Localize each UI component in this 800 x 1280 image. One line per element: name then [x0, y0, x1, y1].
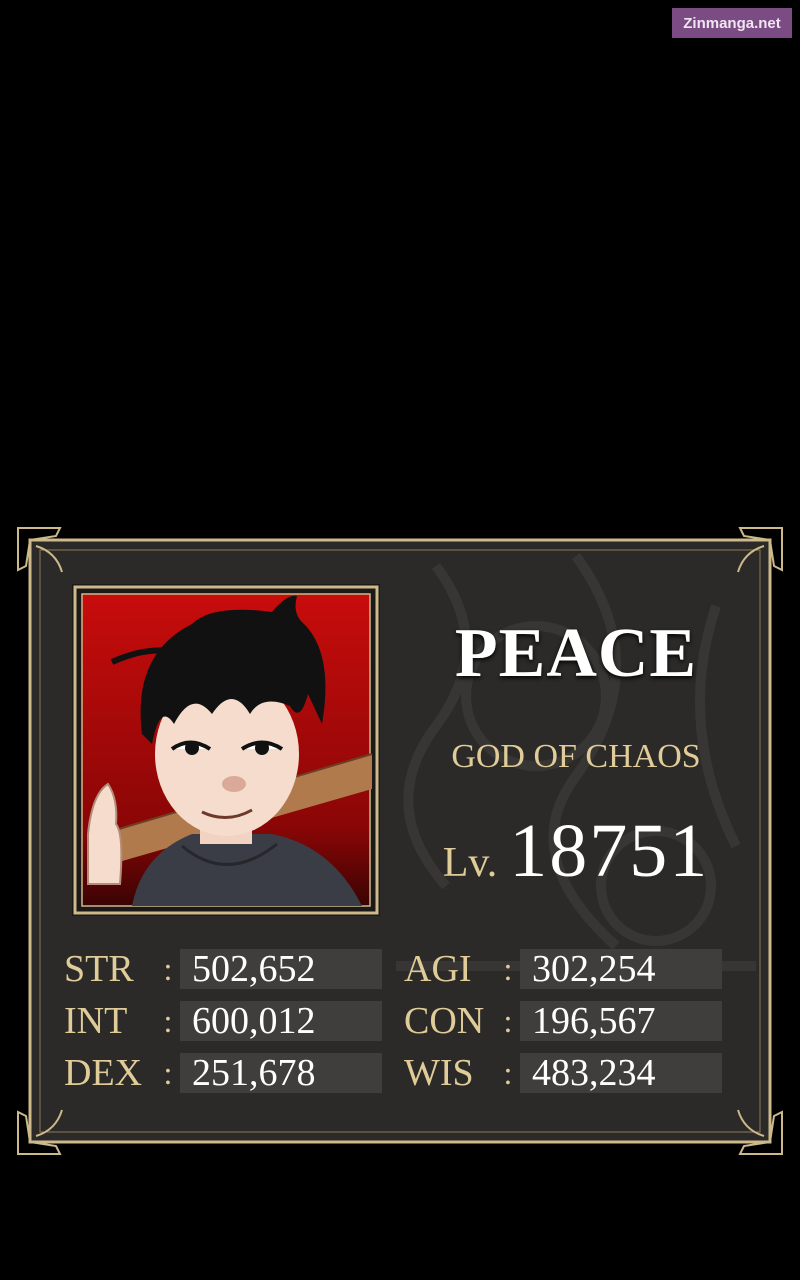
stat-value: 502,652	[180, 949, 382, 989]
stat-label: AGI	[404, 948, 472, 990]
level-label: Lv.	[442, 840, 498, 886]
stat-label: CON	[404, 1000, 485, 1042]
stat-value: 483,234	[520, 1053, 722, 1093]
character-portrait	[72, 584, 380, 916]
status-window: PEACE GOD OF CHAOS Lv. 18751 STR : 502,6…	[16, 526, 784, 1156]
stat-value: 251,678	[180, 1053, 382, 1093]
character-level: Lv. 18751	[416, 808, 736, 895]
stat-label: DEX	[64, 1052, 143, 1094]
stat-separator: :	[503, 1054, 513, 1091]
stat-separator: :	[163, 1054, 173, 1091]
stats-panel: STR : 502,652 AGI : 302,254 INT : 600,01…	[64, 948, 744, 1118]
stat-separator: :	[503, 1002, 513, 1039]
stat-con: CON : 196,567	[404, 1000, 722, 1042]
stat-wis: WIS : 483,234	[404, 1052, 722, 1094]
stat-value: 196,567	[520, 1001, 722, 1041]
stat-separator: :	[163, 1002, 173, 1039]
stat-agi: AGI : 302,254	[404, 948, 722, 990]
character-name: PEACE	[454, 615, 698, 692]
stat-label: WIS	[404, 1052, 474, 1094]
stat-int: INT : 600,012	[64, 1000, 382, 1042]
character-title: GOD OF CHAOS	[451, 738, 701, 775]
level-value: 18751	[509, 809, 710, 893]
stat-value: 302,254	[520, 949, 722, 989]
stat-str: STR : 502,652	[64, 948, 382, 990]
stat-value: 600,012	[180, 1001, 382, 1041]
stat-label: STR	[64, 948, 134, 990]
stat-label: INT	[64, 1000, 128, 1042]
stat-separator: :	[163, 950, 173, 987]
site-watermark: Zinmanga.net	[672, 8, 792, 38]
stat-separator: :	[503, 950, 513, 987]
stat-dex: DEX : 251,678	[64, 1052, 382, 1094]
